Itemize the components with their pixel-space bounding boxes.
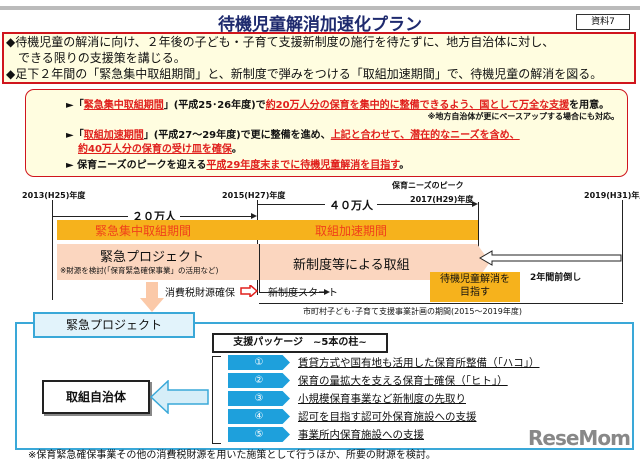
left-arrow — [150, 380, 209, 414]
red-arrow-icon — [240, 285, 258, 297]
footnote: ※保育緊急確保事業その他の消費税財源を用いた施策として行うほか、所要の財源を検討… — [28, 450, 436, 461]
item-number: ④ — [228, 409, 290, 424]
goal-box: 待機児童解消を 目指す — [430, 272, 520, 302]
package-title: 支援パッケージ ~5本の柱~ — [212, 333, 388, 353]
target-municipality: 取組自治体 — [42, 380, 150, 414]
lead-line: ◆待機児童の解消に向け、２年後の子ども・子育て支援新制度の施行を待たずに、地方自… — [6, 35, 555, 49]
point-1: ►「緊急集中取組期間」(平成25･26年度)で約20万人分の保育を集中的に整備で… — [66, 100, 610, 111]
package-item: 認可を目指す認可外保育施設への支援 — [298, 411, 477, 423]
line — [259, 244, 260, 292]
period-acceleration: 取組加速期間 — [315, 224, 388, 238]
peak-label: 保育ニーズのピーク — [392, 181, 464, 190]
period-emergency: 緊急集中取組期間 — [95, 224, 192, 238]
resemom-logo: ReseMom — [528, 426, 631, 450]
item-number: ⑤ — [228, 427, 290, 442]
item-number: ③ — [228, 391, 290, 406]
goal-line: 待機児童解消を — [440, 274, 510, 285]
plan-label: 市町村子ども･子育て支援事業計画の期間(2015～2019年度) — [303, 307, 522, 316]
goal-line: 目指す — [460, 287, 490, 298]
item-number: ① — [228, 355, 290, 370]
package-item: 保育の量拡大を支える保育士確保（「ヒト」） — [298, 375, 508, 387]
advance-arrow — [479, 250, 622, 266]
arrow-head — [251, 213, 257, 219]
start-label: 新制度スタート — [268, 288, 338, 299]
lead-box: ◆待機児童の解消に向け、２年後の子ども・子育て支援新制度の施行を待たずに、地方自… — [2, 32, 636, 84]
package-item: 小規模保育事業など新制度の先取り — [298, 393, 466, 405]
point-2-cont: 約40万人分の保育の受け皿を確保。 — [78, 144, 242, 155]
project-tab: 緊急プロジェクト — [33, 312, 195, 338]
project-label: 緊急プロジェクト — [100, 250, 205, 265]
package-item: 賃貸方式や国有地も活用した保育所整備（「ハコ」） — [298, 357, 540, 369]
item-number: ② — [228, 373, 290, 388]
lead-line: できる限りの支援策を講じる。 — [6, 51, 186, 65]
plan-bracket — [259, 303, 623, 304]
project-note: ※財源を検討(「保育緊急確保事業」の活用など) — [60, 266, 219, 275]
advance-label: 2年間前倒し — [530, 273, 582, 283]
new-system-label: 新制度等による取組 — [293, 258, 410, 273]
year-line — [52, 200, 53, 300]
year-2013: 2013(H25)年度 — [22, 191, 86, 200]
period-bar: 緊急集中取組期間 取組加速期間 — [57, 220, 478, 240]
down-arrow — [140, 282, 164, 312]
bracket — [212, 356, 221, 444]
lead-line: ◆足下２年間の「緊急集中取組期間」と、新制度で弾みをつける「取組加速期間」で、待… — [6, 67, 603, 81]
tax-label: 消費税財源確保 — [165, 288, 235, 299]
point-note: ※地方自治体が更にペースアップする場合にも対応。 — [427, 112, 619, 121]
point-2: ►「取組加速期間」(平成27～29年度)で更に整備を進め、上記と合わせて、潜在的… — [66, 130, 520, 141]
package-item: 事業所内保育施設への支援 — [298, 429, 424, 441]
arrow-head — [472, 201, 478, 207]
document-badge: 資料7 — [576, 14, 630, 30]
year-2015: 2015(H27)年度 — [222, 191, 286, 200]
year-2019: 2019(H31)年度 — [584, 191, 640, 200]
label-40man: ４０万人 — [325, 197, 377, 213]
point-3: ► 保育ニーズのピークを迎える平成29年度末までに待機児童解消を目指す。 — [66, 160, 410, 171]
points-box: ►「緊急集中取組期間」(平成25･26年度)で約20万人分の保育を集中的に整備で… — [25, 89, 628, 177]
